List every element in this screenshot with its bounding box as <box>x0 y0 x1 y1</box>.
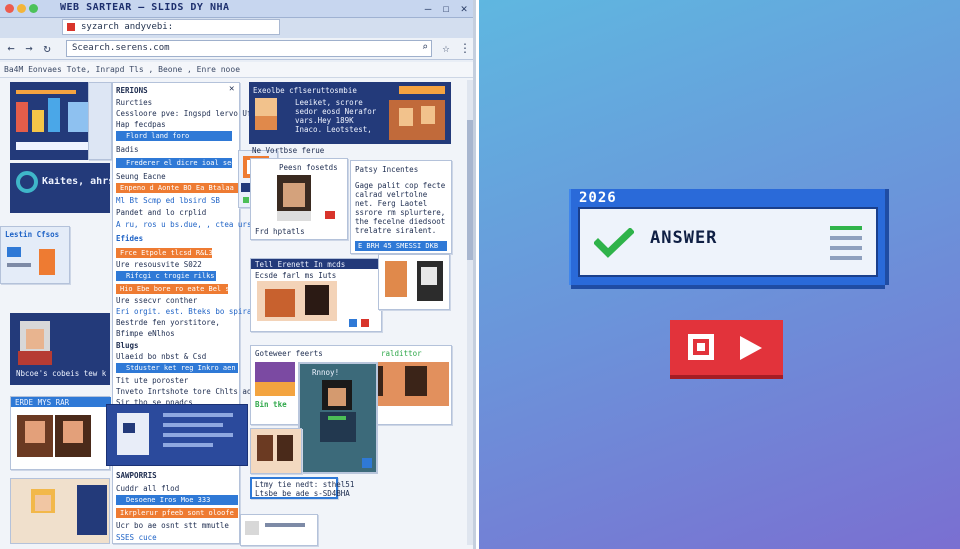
scrollbar-thumb[interactable] <box>467 120 473 260</box>
panel-link[interactable]: Efides <box>116 234 143 243</box>
menu-line-icon <box>830 246 862 250</box>
sidebar-panel: RERIONS ✕ Rurcties Cessloore pve: Ingspd… <box>112 82 288 544</box>
feature-sub: Ecsde farl ms Iuts <box>255 271 337 280</box>
gallery-title: Goteweer feerts <box>255 349 323 358</box>
refresh-icon[interactable]: ↻ <box>39 40 55 56</box>
browser-window: WEB SARTEAR – SLIDS DY NHA — ☐ ✕ syzarch… <box>0 0 476 549</box>
menu-line-icon <box>830 236 862 240</box>
panel-item: Ure ssecvr conther <box>116 296 198 305</box>
footer-text: Ltsbe be ade s-SD4BHA <box>255 489 350 498</box>
info-card[interactable]: Patsy Incentes Gage palit cop fecte calr… <box>350 160 452 254</box>
couple-tile[interactable] <box>250 428 302 474</box>
panel-item: Bestrde fen yorstitore, <box>116 318 220 327</box>
side-strip <box>88 82 112 160</box>
stop-icon[interactable] <box>688 334 714 360</box>
logo-tile[interactable]: Kaites, ahrs mad Enmeteir loun <box>10 163 223 213</box>
banner-body: Leeiket, scrore sedor eosd Nerafor vars.… <box>295 98 377 134</box>
play-icon[interactable] <box>738 334 764 362</box>
profile-card[interactable]: Peesn fosetds Frd hptatls <box>250 158 348 240</box>
panel-item: Hap fecdpas <box>116 120 166 129</box>
profile-caption: Frd hptatls <box>255 227 305 236</box>
panel-link[interactable]: SSES cuce <box>116 533 157 542</box>
check-icon <box>594 228 634 258</box>
panel-item: Tit ute poroster <box>116 376 189 385</box>
feature-card[interactable]: Tell Erenett In mcds Ecsde farl ms Iuts <box>250 258 383 332</box>
panel-item: Ulaeid bo nbst & Csd <box>116 352 207 361</box>
menu-icon[interactable]: ⋮ <box>457 40 473 56</box>
panel-link[interactable]: Ml Bt Scmp ed lbsird SB <box>116 196 220 205</box>
panel-item: Ure resousvite S022 <box>116 260 202 269</box>
info-body: Gage palit cop fecte calrad velrtolne ne… <box>355 181 446 233</box>
profile-title: Peesn fosetds <box>279 163 338 172</box>
panel-item: Seung Eacne <box>116 172 166 181</box>
panel-link[interactable]: Enpeno d Aonte BO Ea Btalaa <box>116 183 238 193</box>
gallery-tag: raldittor <box>381 349 422 358</box>
panel-link[interactable]: Desoene Iros Moe 333 <box>116 495 238 505</box>
footer-top: Ltmy tie nedt: sthel51 <box>255 480 355 489</box>
favicon-icon <box>67 23 75 31</box>
panel-item: Pandet and lo crplid <box>116 208 207 217</box>
panel-link[interactable]: Hio Ebe bore ro eate Bel saa <box>116 284 228 294</box>
banner-caption: Ne Vortbse ferue <box>252 146 325 155</box>
search-icon[interactable]: ⌕ <box>417 40 433 56</box>
people-title: ERDE MYS RAR <box>15 398 70 407</box>
panel-link[interactable]: Frederer el dicre ioal seep <box>116 158 232 168</box>
close-dot-icon[interactable] <box>5 4 14 13</box>
panel-close-icon[interactable]: ✕ <box>229 85 234 94</box>
panel-link[interactable]: Frce Etpole tlcsd R&L3 <box>116 248 212 258</box>
menu-line-icon <box>830 256 862 260</box>
panel-item: Cessloore pve: Ingspd lervo Ufade <box>116 109 266 118</box>
panel-item: Bfimpe eNlhos <box>116 329 175 338</box>
maximize-icon[interactable]: ☐ <box>438 1 454 16</box>
panel-link[interactable]: Rifcgi c trogie rilks <box>116 271 216 281</box>
answer-label: ANSWER <box>650 228 718 248</box>
top-banner[interactable]: Exeolbe cflseruttosmbie Leeiket, scrore … <box>249 82 451 144</box>
chart-tile-title: Lestin Cfsos <box>5 230 60 239</box>
banner-title: Exeolbe cflseruttosmbie <box>253 86 357 95</box>
panel-item: Badis <box>116 145 139 154</box>
panel-item: Tnveto Inrtshote tore Chlts ada <box>116 387 256 396</box>
gallery-caption: Bin tke <box>255 400 287 409</box>
window-title: WEB SARTEAR – SLIDS DY NHA <box>60 2 230 13</box>
address-bar[interactable]: Scearch.serens.com <box>66 40 432 57</box>
back-icon[interactable]: ← <box>3 40 19 56</box>
info-title: Patsy Incentes <box>355 165 419 174</box>
grandma-caption: Nbcoe's cobeis tew ked rovels atler <box>16 369 106 378</box>
footer-link[interactable]: Ltmy tie nedt: sthel51 Ltsbe be ade s-SD… <box>250 477 354 499</box>
character-card[interactable]: Rnnoy! <box>298 362 378 474</box>
panel-link[interactable]: Stduster ket reg Inkro aen <box>116 363 238 373</box>
panel-heading: Blugs <box>116 341 139 350</box>
panel-title: RERIONS <box>116 86 148 95</box>
maximize-dot-icon[interactable] <box>29 4 38 13</box>
answer-year: 2026 <box>579 190 617 206</box>
grandma-tile[interactable]: Nbcoe's cobeis tew ked rovels atler <box>10 313 110 385</box>
panel-link[interactable]: A ru, ros u bs.due, , ctea urst, <box>116 220 261 229</box>
bookmarks-bar: Ba4M Eonvaes Tote, Inrapd Tls , Beone , … <box>0 62 473 78</box>
panel-item: Cuddr all flod <box>116 484 180 493</box>
people-tile[interactable]: ERDE MYS RAR <box>10 396 111 470</box>
chart-tile[interactable]: Lestin Cfsos <box>0 226 70 284</box>
star-icon[interactable]: ☆ <box>438 40 454 56</box>
portrait-card[interactable] <box>378 254 450 310</box>
bottom-card[interactable] <box>240 514 318 546</box>
info-bar[interactable]: E BRH 45 SMESSI DKB <box>355 241 447 251</box>
panel-item: Ucr bo ae osnt stt mmutle <box>116 521 229 530</box>
browser-tab[interactable]: syzarch andyvebi: <box>62 19 280 35</box>
minimize-icon[interactable]: — <box>420 1 436 16</box>
record-button[interactable] <box>670 320 783 375</box>
minimize-dot-icon[interactable] <box>17 4 26 13</box>
panel-link[interactable]: Flord land foro <box>116 131 232 141</box>
panel-link[interactable]: Ikrplerur pfeeb sont oloofe <box>116 508 238 518</box>
feature-title: Tell Erenett In mcds <box>255 260 346 269</box>
forward-icon[interactable]: → <box>21 40 37 56</box>
character-label: Rnnoy! <box>312 368 340 377</box>
kid-tile[interactable] <box>10 478 110 544</box>
overlay-panel[interactable] <box>106 404 248 466</box>
panel-item: Rurcties <box>116 98 153 107</box>
close-icon[interactable]: ✕ <box>456 1 472 16</box>
panel-heading: SAWPORRIS <box>116 471 157 480</box>
menu-line-icon <box>830 226 862 230</box>
